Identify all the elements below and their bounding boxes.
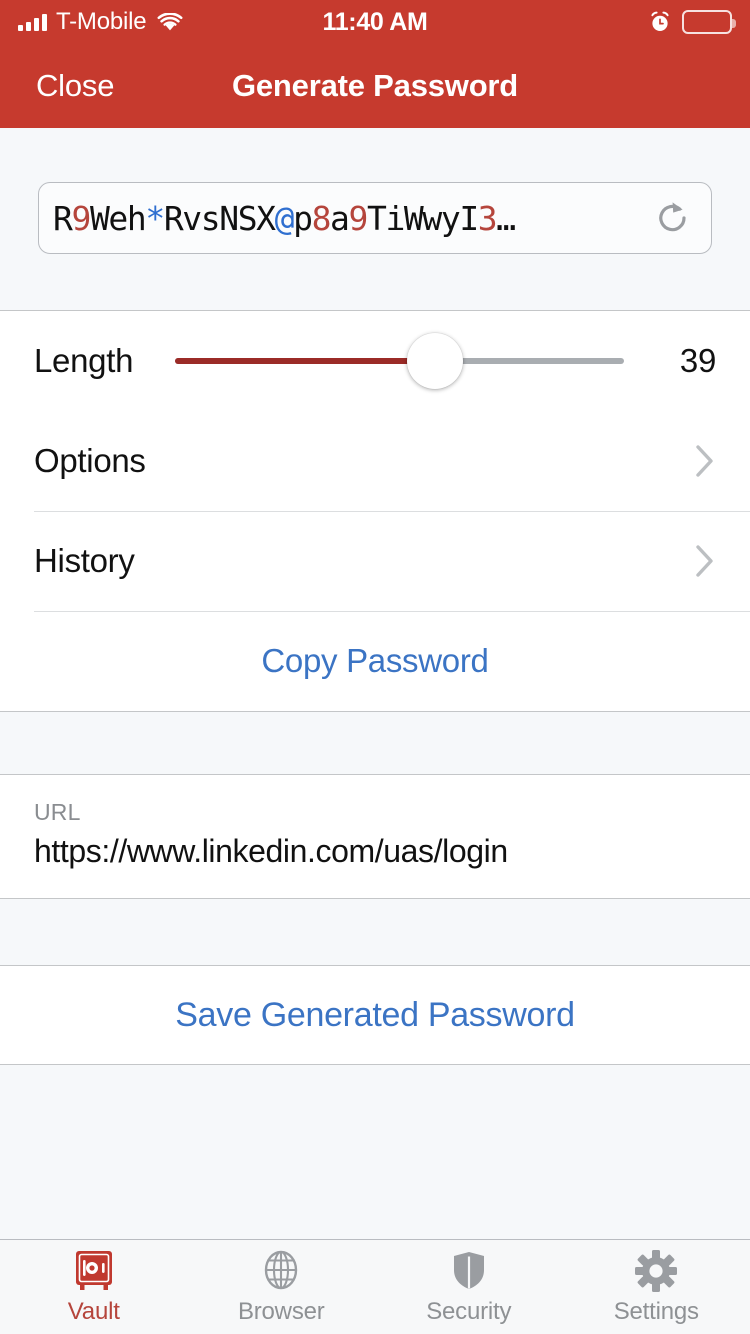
- chevron-right-icon: [694, 443, 716, 479]
- vault-safe-icon: [73, 1249, 115, 1293]
- content-filler: [0, 1065, 750, 1240]
- tab-vault-label: Vault: [67, 1297, 120, 1325]
- tab-security-label: Security: [426, 1297, 512, 1325]
- length-value: 39: [679, 342, 716, 379]
- generator-settings-group: Length 39 Options History Copy Password: [0, 310, 750, 712]
- generated-password-text: R9Weh*RvsNSX@p8a9TiWwyI3…: [53, 198, 516, 238]
- chevron-right-icon: [694, 543, 716, 579]
- app-screen: T-Mobile 11:40 AM Close Generate Passwor…: [0, 0, 750, 1334]
- sidebar-item-history[interactable]: History: [0, 511, 750, 611]
- history-label: History: [34, 542, 135, 579]
- copy-password-label: Copy Password: [261, 642, 489, 679]
- gear-icon: [634, 1249, 678, 1293]
- length-row: Length 39: [0, 311, 750, 411]
- length-label: Length: [34, 342, 134, 379]
- url-value: https://www.linkedin.com/uas/login: [34, 833, 508, 869]
- shield-icon: [448, 1249, 490, 1293]
- tab-settings[interactable]: Settings: [563, 1240, 750, 1334]
- generated-password-field[interactable]: R9Weh*RvsNSX@p8a9TiWwyI3…: [38, 182, 712, 254]
- close-button[interactable]: Close: [36, 68, 114, 104]
- copy-password-button[interactable]: Copy Password: [0, 611, 750, 711]
- slider-thumb[interactable]: [407, 333, 464, 389]
- status-bar: T-Mobile 11:40 AM: [0, 0, 750, 44]
- navigation-bar: Close Generate Password: [0, 44, 750, 128]
- section-gap: [0, 899, 750, 965]
- tab-security[interactable]: Security: [375, 1240, 563, 1334]
- tab-vault[interactable]: Vault: [0, 1240, 188, 1334]
- tab-bar: Vault Browser Security Settings: [0, 1240, 750, 1334]
- battery-icon: [682, 10, 736, 34]
- slider-track-fill: [175, 358, 436, 364]
- url-field[interactable]: URL https://www.linkedin.com/uas/login: [0, 774, 750, 899]
- generated-password-block: R9Weh*RvsNSX@p8a9TiWwyI3…: [0, 128, 750, 310]
- tab-browser-label: Browser: [237, 1297, 325, 1325]
- globe-icon: [260, 1249, 302, 1293]
- main-content: R9Weh*RvsNSX@p8a9TiWwyI3… Length 39 Opti…: [0, 128, 750, 1240]
- tab-settings-label: Settings: [613, 1297, 699, 1325]
- section-gap: [0, 712, 750, 774]
- status-bar-clock: 11:40 AM: [322, 7, 428, 36]
- url-label: URL: [34, 799, 81, 825]
- refresh-icon[interactable]: [651, 196, 695, 240]
- save-generated-password-label: Save Generated Password: [175, 995, 575, 1034]
- length-slider[interactable]: [175, 333, 624, 389]
- tab-browser[interactable]: Browser: [188, 1240, 376, 1334]
- save-generated-password-button[interactable]: Save Generated Password: [0, 965, 750, 1065]
- sidebar-item-options[interactable]: Options: [0, 411, 750, 511]
- options-label: Options: [34, 442, 146, 479]
